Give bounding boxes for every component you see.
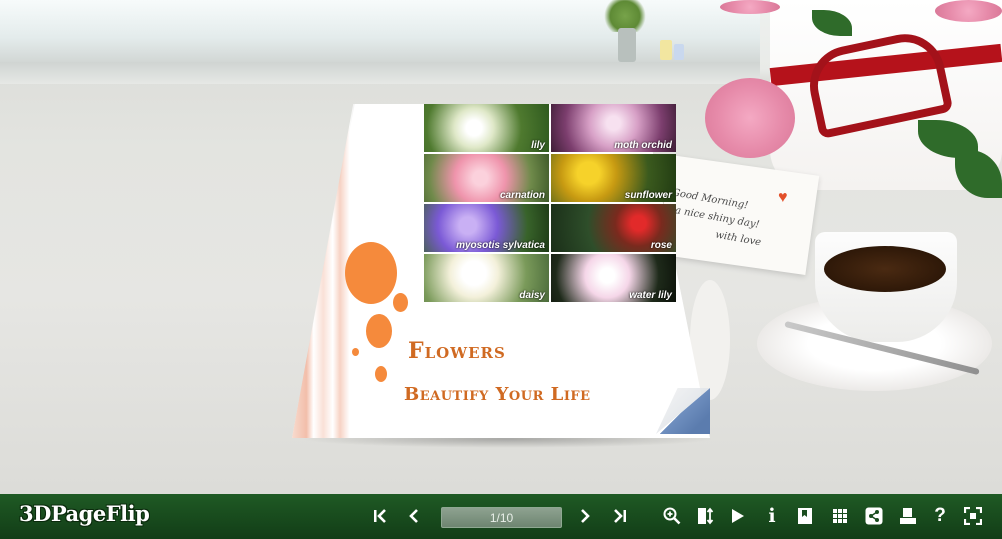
cover-subtitle: Beautify Your Life <box>404 384 591 405</box>
cover-title: Flowers <box>408 338 506 364</box>
auto-flip-button[interactable] <box>693 503 719 529</box>
photo-label: sunflower <box>624 190 672 201</box>
photo-cell: myosotis sylvatica <box>424 204 549 252</box>
page-number-input[interactable] <box>441 507 562 528</box>
photo-cell: water lily <box>551 254 676 302</box>
photo-cell: sunflower <box>551 154 676 202</box>
brand-logo: 3DPageFlip <box>19 501 150 526</box>
photo-label: myosotis sylvatica <box>456 240 545 251</box>
bookmark-icon <box>798 508 812 524</box>
book-stage: Good Morning! a nice shiny day! with lov… <box>0 0 1002 494</box>
fullscreen-button[interactable] <box>960 503 986 529</box>
fullscreen-icon <box>964 507 982 525</box>
thumbnails-button[interactable] <box>827 503 853 529</box>
photo-cell: lily <box>424 104 549 152</box>
photo-cell: daisy <box>424 254 549 302</box>
zoom-in-icon <box>663 507 681 525</box>
background-sill <box>0 62 760 84</box>
share-icon <box>865 507 883 525</box>
bottom-toolbar: 3DPageFlip i ? <box>0 494 1002 539</box>
decorative-dot <box>393 293 408 312</box>
background-pot <box>618 28 636 62</box>
photo-cell: moth orchid <box>551 104 676 152</box>
photo-cell: carnation <box>424 154 549 202</box>
first-page-button[interactable] <box>367 503 393 529</box>
photo-label: carnation <box>499 190 545 201</box>
photo-cell: rose <box>551 204 676 252</box>
next-page-button[interactable] <box>572 503 598 529</box>
first-page-icon <box>374 509 386 523</box>
last-page-icon <box>614 509 626 523</box>
photo-label: water lily <box>629 290 672 301</box>
photo-label: daisy <box>519 290 545 301</box>
decorative-dot <box>345 242 397 304</box>
background-candle <box>674 44 684 60</box>
chevron-left-icon <box>409 509 418 523</box>
decorative-dot <box>352 348 359 356</box>
previous-page-button[interactable] <box>401 503 427 529</box>
zoom-in-button[interactable] <box>659 503 685 529</box>
flower-photo-grid: lily moth orchid carnation sunflower myo… <box>424 104 676 302</box>
photo-label: rose <box>650 240 672 251</box>
decorative-dot <box>366 314 392 348</box>
background-coffee <box>824 246 946 292</box>
background-candle <box>660 40 672 60</box>
background-rose <box>705 78 795 158</box>
heart-icon: ♥ <box>778 189 788 206</box>
photo-label: moth orchid <box>614 140 672 151</box>
play-icon <box>732 509 744 523</box>
decorative-dot <box>375 366 387 382</box>
photo-label: lily <box>531 140 545 151</box>
bookmark-button[interactable] <box>792 503 818 529</box>
share-button[interactable] <box>861 503 887 529</box>
chevron-right-icon <box>581 509 590 523</box>
last-page-button[interactable] <box>607 503 633 529</box>
help-icon: ? <box>934 505 946 526</box>
play-button[interactable] <box>725 503 751 529</box>
help-button[interactable]: ? <box>927 503 953 529</box>
print-button[interactable] <box>895 503 921 529</box>
print-icon <box>900 508 916 524</box>
grid-icon <box>833 509 847 523</box>
background-rose <box>720 0 780 14</box>
info-icon: i <box>768 505 776 527</box>
info-button[interactable]: i <box>759 503 785 529</box>
background-rose <box>935 0 1002 22</box>
auto-flip-icon <box>698 507 714 525</box>
